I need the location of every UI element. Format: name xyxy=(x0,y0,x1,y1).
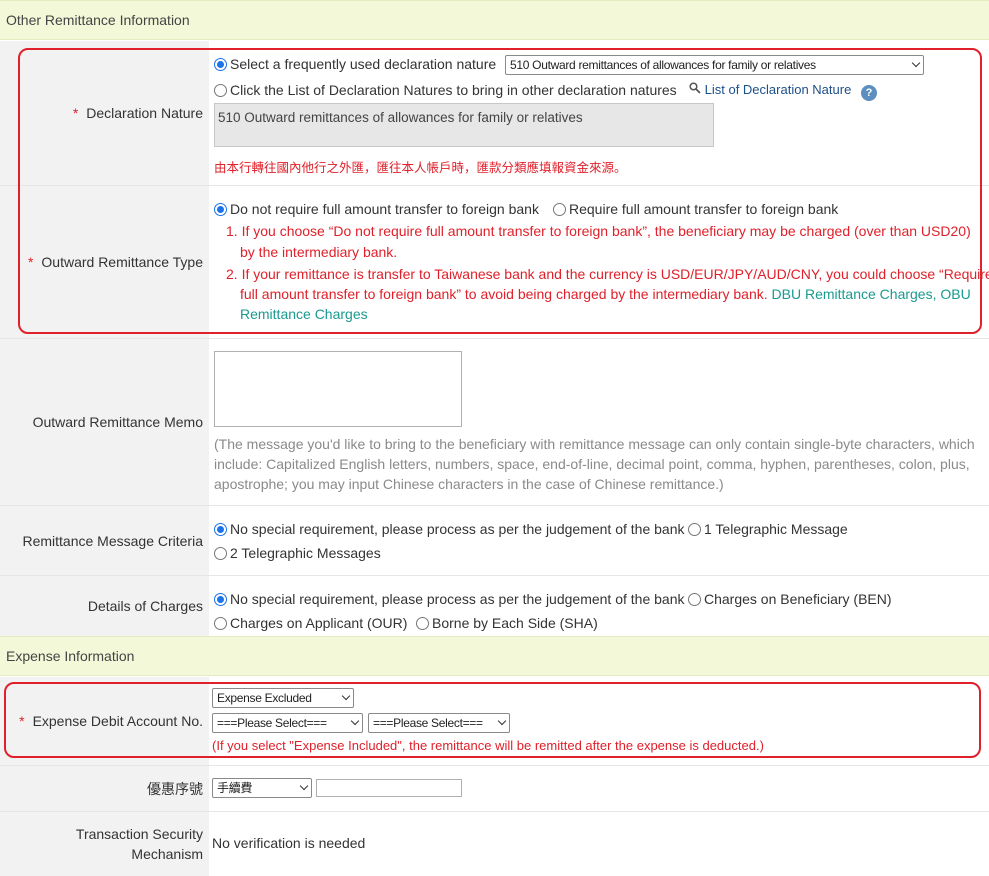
obu-charges-link-cont[interactable]: Remittance Charges xyxy=(240,306,368,322)
radio-msg-no-requirement[interactable]: No special requirement, please process a… xyxy=(214,521,685,537)
radio-charges-our[interactable]: Charges on Applicant (OUR) xyxy=(214,615,407,631)
charges-row: Details of Charges No special requiremen… xyxy=(0,576,989,636)
remittance-memo-label: Outward Remittance Memo xyxy=(0,339,209,505)
radio-charges-sha[interactable]: Borne by Each Side (SHA) xyxy=(416,615,598,631)
section-expense-info: Expense Information xyxy=(0,636,989,676)
radio-button[interactable] xyxy=(214,547,227,560)
security-label: Transaction Security Mechanism xyxy=(0,812,209,876)
radio-button[interactable] xyxy=(553,203,566,216)
radio-button[interactable] xyxy=(688,593,701,606)
chevron-down-icon xyxy=(350,716,360,726)
radio-button[interactable] xyxy=(214,58,227,71)
radio-no-full-transfer[interactable]: Do not require full amount transfer to f… xyxy=(214,201,539,217)
expense-type-select[interactable]: Expense Excluded xyxy=(212,688,354,708)
radio-button[interactable] xyxy=(214,617,227,630)
radio-charges-ben[interactable]: Charges on Beneficiary (BEN) xyxy=(688,591,892,607)
chevron-down-icon xyxy=(341,691,351,701)
memo-textarea[interactable] xyxy=(214,351,462,427)
declaration-nature-row: * Declaration Nature Select a frequently … xyxy=(0,41,989,185)
declaration-note: 由本行轉往國內他行之外匯，匯往本人帳戶時，匯款分類應填報資金來源。 xyxy=(214,161,627,175)
declaration-selected-display: 510 Outward remittances of allowances fo… xyxy=(214,103,714,147)
discount-type-select[interactable]: 手續費 xyxy=(212,778,312,798)
radio-msg-2-telegraphic[interactable]: 2 Telegraphic Messages xyxy=(214,545,381,561)
expense-note: (If you select "Expense Included", the r… xyxy=(212,738,764,753)
help-icon[interactable]: ? xyxy=(860,85,877,101)
remittance-memo-row: Outward Remittance Memo (The message you… xyxy=(0,339,989,505)
radio-button[interactable] xyxy=(214,203,227,216)
message-criteria-label: Remittance Message Criteria xyxy=(0,506,209,575)
security-row: Transaction Security Mechanism No verifi… xyxy=(0,812,989,876)
radio-frequent-declaration[interactable]: Select a frequently used declaration nat… xyxy=(214,56,496,72)
obu-charges-link[interactable]: OBU xyxy=(940,286,970,302)
radio-button[interactable] xyxy=(688,523,701,536)
frequent-declaration-select[interactable]: 510 Outward remittances of allowances fo… xyxy=(505,55,924,75)
chevron-down-icon xyxy=(299,781,309,791)
radio-msg-1-telegraphic[interactable]: 1 Telegraphic Message xyxy=(688,521,848,537)
chevron-down-icon xyxy=(497,716,507,726)
security-value: No verification is needed xyxy=(212,835,366,851)
section-other-remittance: Other Remittance Information xyxy=(0,0,989,40)
radio-button[interactable] xyxy=(214,523,227,536)
section-title: Expense Information xyxy=(6,648,135,664)
radio-button[interactable] xyxy=(416,617,429,630)
radio-button[interactable] xyxy=(214,84,227,97)
expense-account-label: * Expense Debit Account No. xyxy=(0,677,209,765)
expense-account-select-b[interactable]: ===Please Select=== xyxy=(368,713,510,733)
radio-button[interactable] xyxy=(214,593,227,606)
chevron-down-icon xyxy=(911,58,921,68)
declaration-nature-label: * Declaration Nature xyxy=(0,41,209,185)
remittance-type-label: * Outward Remittance Type xyxy=(0,186,209,338)
charges-label: Details of Charges xyxy=(0,576,209,636)
radio-full-transfer[interactable]: Require full amount transfer to foreign … xyxy=(553,201,838,217)
remittance-type-row: * Outward Remittance Type Do not require … xyxy=(0,186,989,338)
radio-charges-no-requirement[interactable]: No special requirement, please process a… xyxy=(214,591,685,607)
dbu-charges-link[interactable]: DBU Remittance Charges xyxy=(772,286,933,302)
expense-account-row: * Expense Debit Account No. Expense Exclu… xyxy=(0,677,989,765)
discount-code-input[interactable] xyxy=(316,779,462,797)
discount-row: 優惠序號 手續費 xyxy=(0,766,989,811)
section-title: Other Remittance Information xyxy=(6,12,190,28)
search-icon xyxy=(689,82,701,94)
message-criteria-row: Remittance Message Criteria No special r… xyxy=(0,506,989,575)
discount-label: 優惠序號 xyxy=(0,766,209,811)
radio-declaration-list[interactable]: Click the List of Declaration Natures to… xyxy=(214,82,677,98)
expense-account-select-a[interactable]: ===Please Select=== xyxy=(212,713,363,733)
declaration-list-link[interactable]: List of Declaration Nature ? xyxy=(689,82,877,101)
